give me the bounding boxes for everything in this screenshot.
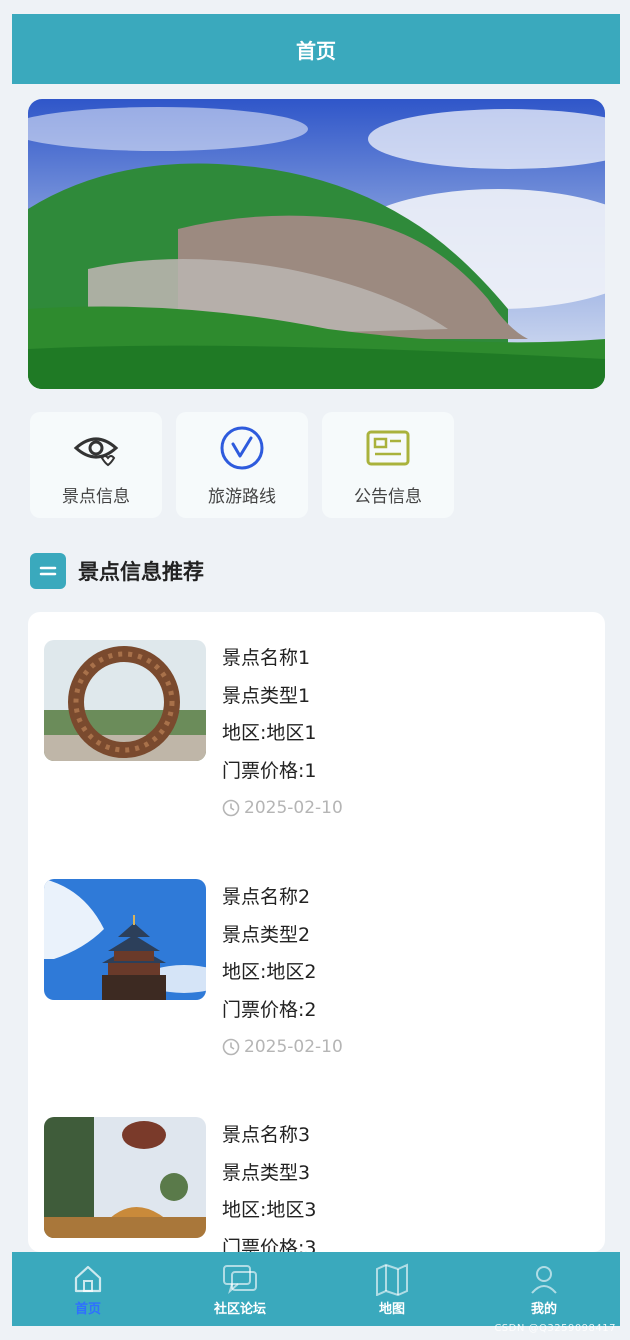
- attraction-thumbnail: [44, 1117, 206, 1238]
- attraction-thumbnail: [44, 640, 206, 761]
- attraction-name: 景点名称2: [222, 886, 311, 908]
- quick-nav-attractions[interactable]: 景点信息: [30, 412, 162, 518]
- section-title: 景点信息推荐: [78, 560, 204, 584]
- home-icon: [74, 1265, 102, 1292]
- attraction-date: 2025-02-10: [222, 1033, 343, 1061]
- watermark: CSDN @Q3259098417: [494, 1323, 616, 1334]
- quick-nav-label: 公告信息: [354, 486, 422, 507]
- tab-label: 首页: [74, 1301, 101, 1317]
- attraction-info: 景点名称2 景点类型2 地区:地区2 门票价格:2 2025-02-10: [222, 879, 343, 1061]
- page-title: 首页: [296, 38, 336, 63]
- attraction-thumbnail: [44, 879, 206, 1000]
- attraction-region: 地区:地区3: [222, 1199, 317, 1221]
- section-header: 景点信息推荐: [30, 553, 204, 589]
- user-icon: [531, 1265, 557, 1294]
- quick-nav: 景点信息 旅游路线 公告信息: [30, 412, 454, 518]
- list-item[interactable]: 景点名称2 景点类型2 地区:地区2 门票价格:2 2025-02-10: [44, 879, 343, 1061]
- attraction-type: 景点类型3: [222, 1161, 311, 1184]
- attraction-info: 景点名称1 景点类型1 地区:地区1 门票价格:1 2025-02-10: [222, 640, 343, 822]
- tab-profile[interactable]: 我的: [468, 1252, 620, 1326]
- attraction-price: 门票价格:3: [222, 1236, 317, 1253]
- date-text: 2025-02-10: [244, 798, 343, 818]
- attraction-name: 景点名称3: [222, 1124, 311, 1146]
- map-icon: [376, 1262, 408, 1296]
- tab-label: 地图: [378, 1301, 405, 1317]
- quick-nav-routes[interactable]: 旅游路线: [176, 412, 308, 518]
- banner-image[interactable]: [28, 99, 605, 389]
- tab-forum[interactable]: 社区论坛: [164, 1252, 316, 1326]
- attraction-list: 景点名称1 景点类型1 地区:地区1 门票价格:1 2025-02-10 景点名…: [28, 612, 605, 1252]
- attraction-type: 景点类型2: [222, 923, 311, 946]
- attraction-region: 地区:地区1: [222, 722, 317, 744]
- tab-home[interactable]: 首页: [12, 1252, 164, 1326]
- chat-icon: [223, 1264, 257, 1294]
- quick-nav-label: 景点信息: [62, 486, 130, 507]
- quick-nav-label: 旅游路线: [208, 486, 276, 507]
- tab-label: 社区论坛: [213, 1301, 266, 1317]
- date-text: 2025-02-10: [244, 1037, 343, 1057]
- clock-icon: [222, 1038, 240, 1056]
- list-menu-icon: [30, 553, 66, 589]
- route-check-icon: [220, 426, 264, 469]
- eye-heart-icon: [73, 437, 119, 466]
- attraction-info: 景点名称3 景点类型3 地区:地区3 门票价格:3: [222, 1117, 317, 1252]
- page-header: 首页: [12, 14, 620, 84]
- list-item[interactable]: 景点名称1 景点类型1 地区:地区1 门票价格:1 2025-02-10: [44, 640, 343, 822]
- attraction-name: 景点名称1: [222, 647, 311, 669]
- bottom-tab-bar: 首页 社区论坛 地图 我的: [12, 1252, 620, 1326]
- tab-label: 我的: [530, 1301, 557, 1317]
- quick-nav-notices[interactable]: 公告信息: [322, 412, 454, 518]
- list-item[interactable]: 景点名称3 景点类型3 地区:地区3 门票价格:3: [44, 1117, 317, 1252]
- attraction-price: 门票价格:1: [222, 759, 317, 782]
- notice-card-icon: [366, 430, 410, 465]
- attraction-price: 门票价格:2: [222, 998, 317, 1021]
- attraction-type: 景点类型1: [222, 684, 311, 707]
- attraction-region: 地区:地区2: [222, 961, 317, 983]
- attraction-date: 2025-02-10: [222, 794, 343, 822]
- clock-icon: [222, 799, 240, 817]
- tab-map[interactable]: 地图: [316, 1252, 468, 1326]
